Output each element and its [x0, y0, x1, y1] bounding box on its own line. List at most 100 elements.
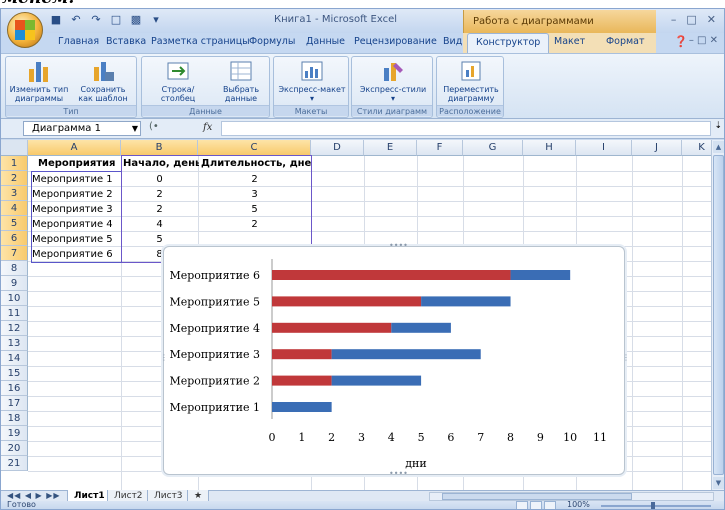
x-tick-label: 1 — [298, 431, 305, 444]
switch-row-column-button[interactable]: Строка/столбец — [148, 59, 208, 103]
column-header-j[interactable]: J — [632, 140, 682, 156]
undo-icon[interactable]: ↶ — [69, 13, 83, 27]
row-header[interactable]: 20 — [1, 441, 28, 456]
row-header[interactable]: 15 — [1, 366, 28, 381]
close-icon[interactable]: ✕ — [707, 13, 716, 26]
formula-bar: Диаграмма 1 ▼ (• fx ⇣ — [1, 119, 724, 139]
save-icon[interactable]: ■ — [49, 13, 63, 27]
scroll-up-icon[interactable]: ▲ — [713, 141, 724, 153]
x-tick-label: 9 — [537, 431, 544, 444]
chart-type-icon — [26, 59, 52, 83]
formula-input[interactable] — [221, 121, 711, 136]
tab-view[interactable]: Вид — [443, 36, 462, 47]
row-header[interactable]: 16 — [1, 381, 28, 396]
row-header[interactable]: 14 — [1, 351, 28, 366]
print-preview-icon[interactable]: □ — [109, 13, 123, 27]
column-header-a[interactable]: A — [28, 140, 121, 156]
status-bar: Готово 100% — [1, 500, 724, 509]
bar-duration — [331, 375, 422, 386]
row-header[interactable]: 13 — [1, 336, 28, 351]
column-header-b[interactable]: B — [121, 140, 198, 156]
bar-duration — [421, 296, 511, 307]
group-location-label: Расположение — [437, 105, 503, 116]
zoom-slider[interactable] — [601, 502, 711, 509]
redo-icon[interactable]: ↷ — [89, 13, 103, 27]
column-header-k[interactable]: K — [682, 140, 711, 156]
select-data-svg — [230, 61, 252, 81]
row-header[interactable]: 21 — [1, 456, 28, 471]
vertical-scroll-thumb[interactable] — [713, 155, 724, 475]
column-header-h[interactable]: H — [523, 140, 576, 156]
move-chart-button[interactable]: Переместить диаграмму — [439, 59, 503, 103]
horizontal-scroll-thumb[interactable] — [442, 493, 632, 500]
customize-qat-icon[interactable]: ▾ — [149, 13, 163, 27]
tab-home[interactable]: Главная — [58, 36, 99, 47]
cell-a1[interactable]: Мероприятия — [38, 156, 121, 171]
help-icon[interactable]: ❓ — [674, 35, 688, 48]
row-header[interactable]: 11 — [1, 306, 28, 321]
change-chart-type-button[interactable]: Изменить тип диаграммы — [8, 59, 70, 103]
column-header-e[interactable]: E — [364, 140, 417, 156]
x-tick-label: 0 — [269, 431, 276, 444]
insert-function-icon[interactable]: fx — [203, 122, 212, 133]
tab-layout[interactable]: Макет — [554, 36, 585, 47]
row-header[interactable]: 5 — [1, 216, 28, 231]
zoom-slider-thumb[interactable] — [651, 502, 655, 509]
expand-formula-bar-icon[interactable]: ⇣ — [714, 121, 722, 131]
vertical-scrollbar[interactable]: ▲ ▼ — [711, 140, 724, 490]
chart-type-svg — [29, 62, 48, 82]
tab-format[interactable]: Формат — [606, 36, 645, 47]
office-button[interactable] — [7, 12, 43, 48]
row-header[interactable]: 10 — [1, 291, 28, 306]
tab-data[interactable]: Данные — [306, 36, 345, 47]
category-label: Мероприятие 5 — [169, 295, 260, 308]
office-logo-icon — [15, 20, 35, 40]
gantt-chart[interactable]: •••• •••• ⋮ ⋮ Мероприятие 1 Мероприятие 2… — [160, 241, 630, 478]
normal-view-icon[interactable] — [516, 501, 528, 509]
page-break-view-icon[interactable] — [544, 501, 556, 509]
row-header[interactable]: 7 — [1, 246, 28, 261]
group-type-label: Тип — [6, 105, 136, 116]
page-layout-view-icon[interactable] — [530, 501, 542, 509]
column-header-c[interactable]: C — [198, 140, 311, 156]
quick-styles-button[interactable]: Экспресс-стили ▾ — [356, 59, 430, 103]
row-header[interactable]: 9 — [1, 276, 28, 291]
select-data-button[interactable]: Выбрать данные — [214, 59, 268, 103]
tab-formulas[interactable]: Формулы — [249, 36, 295, 47]
worksheet-grid[interactable]: A B C D E F G H I J K 1 2 3 4 5 6 7 8 9 10 11 12 13 1… — [1, 140, 711, 490]
row-header[interactable]: 1 — [1, 156, 28, 171]
tab-review[interactable]: Рецензирование — [354, 36, 437, 47]
restore-icon[interactable]: □ — [686, 13, 696, 26]
view-buttons — [516, 501, 556, 509]
row-header[interactable]: 19 — [1, 426, 28, 441]
tab-page-layout[interactable]: Разметка страницы — [151, 36, 250, 47]
select-all-corner[interactable] — [1, 140, 28, 156]
quick-layout-button[interactable]: Экспресс-макет ▾ — [276, 59, 348, 103]
row-header[interactable]: 12 — [1, 321, 28, 336]
column-header-d[interactable]: D — [311, 140, 364, 156]
print-icon[interactable]: ▩ — [129, 13, 143, 27]
zoom-level[interactable]: 100% — [567, 500, 590, 509]
row-header[interactable]: 4 — [1, 201, 28, 216]
ribbon-window-controls[interactable]: – □ ✕ — [689, 35, 718, 46]
window-controls: – □ ✕ — [671, 13, 716, 26]
scroll-down-icon[interactable]: ▼ — [713, 477, 724, 489]
save-as-template-button[interactable]: Сохранить как шаблон — [72, 59, 134, 103]
row-header[interactable]: 18 — [1, 411, 28, 426]
minimize-icon[interactable]: – — [671, 13, 677, 26]
tab-design[interactable]: Конструктор — [467, 33, 550, 53]
column-header-g[interactable]: G — [463, 140, 523, 156]
row-header[interactable]: 3 — [1, 186, 28, 201]
icon-frame — [230, 61, 252, 81]
tab-insert[interactable]: Вставка — [106, 36, 146, 47]
name-box-dropdown-icon[interactable]: ▼ — [132, 122, 138, 135]
column-header-i[interactable]: I — [576, 140, 632, 156]
row-header[interactable]: 17 — [1, 396, 28, 411]
row-header[interactable]: 8 — [1, 261, 28, 276]
row-header[interactable]: 2 — [1, 171, 28, 186]
column-header-f[interactable]: F — [417, 140, 463, 156]
row-header[interactable]: 6 — [1, 231, 28, 246]
sheet-nav-icons[interactable]: ◀◀ ◀ ▶ ▶▶ — [7, 491, 61, 500]
sheet-tab-bar: ◀◀ ◀ ▶ ▶▶ Лист1 Лист2 Лист3 ★ — [1, 490, 724, 502]
name-box[interactable]: Диаграмма 1 ▼ — [23, 121, 141, 136]
